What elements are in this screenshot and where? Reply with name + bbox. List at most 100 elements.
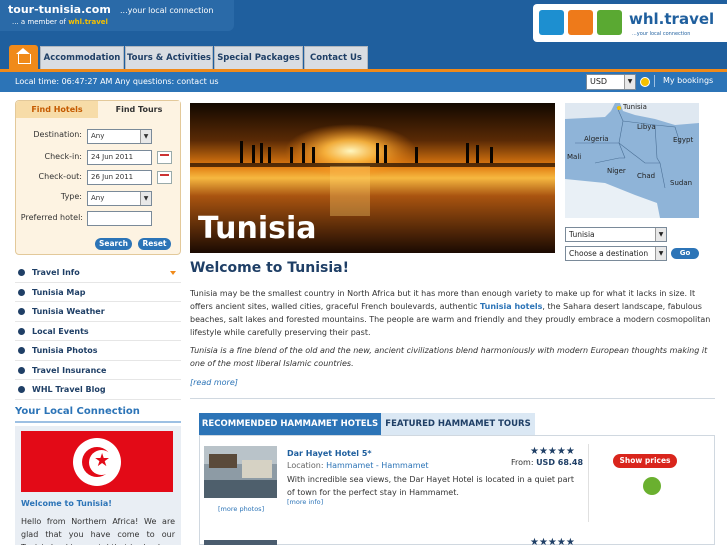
hotel-photo[interactable] [204, 446, 277, 498]
eco-icon[interactable] [643, 477, 661, 495]
star-rating: ★★★★★ [530, 446, 575, 457]
map-label-egypt: Egypt [673, 136, 694, 144]
bullet-icon [18, 308, 25, 315]
hero-image: Tunisia [190, 103, 555, 253]
ylc-text: Hello from Northern Africa! We are glad … [21, 517, 175, 545]
next-hotel-photo[interactable] [204, 540, 277, 545]
search-button[interactable]: Search [95, 238, 132, 250]
menu-whl-travel-blog[interactable]: WHL Travel Blog [15, 380, 181, 400]
bullet-icon [18, 366, 25, 374]
brand-box[interactable]: tour-tunisia.com ...your local connectio… [0, 0, 234, 31]
my-bookings-link[interactable]: My bookings [654, 75, 713, 87]
search-panel: Find Hotels Find Tours Destination: Any ▼… [15, 100, 181, 255]
leaf-icon [597, 10, 622, 35]
menu-tunisia-photos[interactable]: Tunisia Photos [15, 341, 181, 361]
intro-paragraph-2: Tunisia is a fine blend of the old and t… [190, 346, 708, 368]
hand-icon [568, 10, 593, 35]
destination-dropdown[interactable]: Choose a destination ▼ [565, 246, 667, 261]
go-button[interactable]: Go [671, 248, 699, 259]
member-line: ... a member of whl.travel [12, 18, 108, 26]
whl-name: whl.travel [629, 10, 715, 28]
map-label-mali: Mali [567, 153, 582, 161]
bullet-icon [18, 288, 25, 296]
menu-local-events[interactable]: Local Events [15, 322, 181, 341]
clock-icon [640, 77, 650, 87]
divider [588, 444, 589, 522]
site-title[interactable]: tour-tunisia.com [8, 3, 111, 16]
more-photos-link[interactable]: [more photos] [218, 505, 264, 513]
menu-travel-insurance[interactable]: Travel Insurance [15, 361, 181, 380]
country-select[interactable]: Tunisia ▼ [565, 227, 667, 242]
tab-tours-activities[interactable]: Tours & Activities [125, 46, 213, 69]
tab-accommodation[interactable]: Accommodation [40, 46, 124, 69]
map-label-chad: Chad [637, 172, 656, 180]
whl-logo[interactable]: whl.travel ...your local connection [533, 4, 727, 42]
local-time: Local time: 06:47:27 AM [15, 77, 113, 86]
hotel-name-link[interactable]: Dar Hayet Hotel 5* [287, 449, 372, 458]
divider [15, 421, 181, 423]
your-local-connection-title: Your Local Connection [15, 406, 140, 417]
checkout-field[interactable]: 26 Jun 2011 [87, 170, 152, 185]
chevron-down-icon: ▼ [624, 75, 635, 89]
info-bar: Local time: 06:47:27 AM Any questions: c… [0, 72, 727, 92]
page-title: Welcome to Tunisia! [190, 260, 350, 276]
checkout-label: Check-out: [38, 172, 82, 181]
checkin-field[interactable]: 24 Jun 2011 [87, 150, 152, 165]
home-icon[interactable] [9, 45, 38, 69]
tab-special-packages[interactable]: Special Packages [214, 46, 303, 69]
tab-featured-tours[interactable]: FEATURED HAMMAMET TOURS [381, 413, 535, 435]
show-prices-button[interactable]: Show prices [613, 454, 677, 468]
menu-travel-info[interactable]: Travel Info [15, 263, 181, 283]
bullet-icon [18, 269, 25, 276]
region-map[interactable]: Tunisia Libya Algeria Egypt Mali Niger C… [565, 103, 699, 218]
preferred-hotel-input[interactable] [87, 211, 152, 226]
checkin-label: Check-in: [44, 152, 82, 161]
map-label-libya: Libya [637, 123, 656, 131]
site-header: tour-tunisia.com ...your local connectio… [0, 0, 727, 45]
tunisia-hotels-link[interactable]: Tunisia hotels [480, 302, 542, 311]
bullet-icon [18, 327, 25, 335]
type-select[interactable]: Any ▼ [87, 191, 152, 206]
map-label-tunisia: Tunisia [623, 103, 647, 111]
whl-sub: ...your local connection [632, 31, 691, 37]
tab-contact-us[interactable]: Contact Us [304, 46, 368, 69]
chevron-down-icon: ▼ [655, 228, 666, 241]
hotel-list: [more photos] Dar Hayet Hotel 5* Locatio… [199, 435, 715, 545]
hero-title: Tunisia [198, 211, 317, 246]
currency-select[interactable]: USD ▼ [586, 74, 636, 90]
caret-down-icon [170, 271, 176, 275]
intro-paragraph: Tunisia may be the smallest country in N… [190, 289, 711, 337]
map-label-niger: Niger [607, 167, 626, 175]
tab-find-hotels[interactable]: Find Hotels [16, 101, 98, 118]
contact-link[interactable]: Any questions: contact us [115, 77, 219, 86]
reset-button[interactable]: Reset [138, 238, 171, 250]
map-label-sudan: Sudan [670, 179, 693, 187]
preferred-hotel-label: Preferred hotel: [20, 213, 83, 222]
main-nav: Accommodation Tours & Activities Special… [0, 45, 727, 69]
tab-find-tours[interactable]: Find Tours [98, 101, 180, 118]
hotel-location: Location: Hammamet - Hammamet [287, 461, 429, 470]
menu-tunisia-weather[interactable]: Tunisia Weather [15, 302, 181, 322]
bullet-icon [18, 386, 25, 393]
type-label: Type: [60, 192, 82, 201]
destination-label: Destination: [33, 130, 82, 139]
more-info-link[interactable]: [more info] [287, 498, 323, 506]
star-rating: ★★★★★ [530, 537, 575, 545]
map-label-algeria: Algeria [584, 135, 609, 143]
side-menu: Travel Info Tunisia Map Tunisia Weather … [15, 263, 181, 400]
ylc-welcome: Welcome to Tunisia! [21, 499, 112, 508]
destination-select[interactable]: Any ▼ [87, 129, 152, 144]
menu-tunisia-map[interactable]: Tunisia Map [15, 283, 181, 302]
tab-recommended-hotels[interactable]: RECOMMENDED HAMMAMET HOTELS [199, 413, 381, 435]
calendar-icon[interactable] [157, 151, 172, 164]
bullet-icon [18, 347, 25, 354]
spiral-icon [539, 10, 564, 35]
divider [190, 398, 715, 399]
chevron-down-icon: ▼ [140, 192, 151, 205]
read-more-link[interactable]: [read more] [190, 378, 238, 387]
tunisia-flag: ★ [21, 431, 173, 492]
chevron-down-icon: ▼ [655, 247, 666, 260]
chevron-down-icon: ▼ [140, 130, 151, 143]
calendar-icon[interactable] [157, 171, 172, 184]
local-connection-box: ★ Welcome to Tunisia! Hello from Norther… [15, 426, 181, 545]
